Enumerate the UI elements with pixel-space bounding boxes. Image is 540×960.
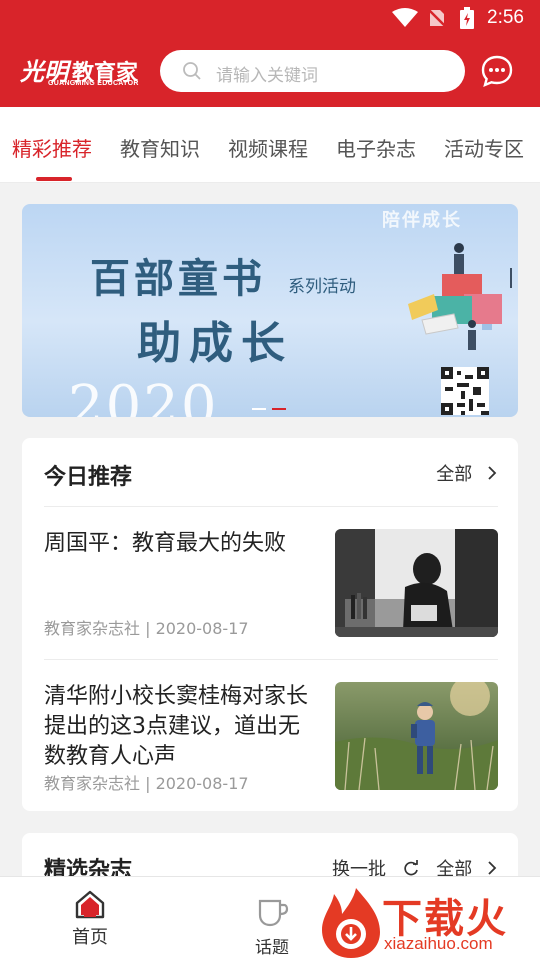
status-time: 2:56 — [487, 7, 524, 28]
banner-year: 2020 — [68, 374, 219, 417]
qr-code — [441, 367, 489, 415]
status-bar: 2:56 — [0, 0, 540, 36]
active-tab-indicator — [36, 177, 72, 181]
search-input[interactable]: 请输入关键词 — [160, 50, 465, 92]
home-icon — [75, 890, 105, 919]
chat-icon — [481, 55, 513, 88]
cup-icon — [258, 899, 289, 927]
article-item[interactable]: 清华附小校长窦桂梅对家长提出的这3点建议，道出无数教育人心声 教育家杂志社 | … — [44, 682, 498, 793]
message-button[interactable] — [479, 53, 515, 89]
flame-logo-icon — [322, 888, 380, 958]
promo-banner[interactable]: 陪伴成长 百部童书 系列活动 助成长 2020 — [22, 204, 518, 417]
nav-topics[interactable]: 话题 — [248, 897, 296, 958]
today-recommend-card: 今日推荐 全部 周国平：教育最大的失败 教育家杂志社 | 2020-08-17 … — [22, 438, 518, 811]
nav-home[interactable]: 首页 — [66, 889, 114, 949]
banner-pagination — [252, 395, 292, 414]
banner-subheadline: 助成长 — [137, 318, 293, 369]
search-icon — [182, 61, 202, 85]
pagination-dot[interactable] — [252, 408, 266, 410]
wifi-icon — [392, 8, 418, 32]
chevron-right-icon — [488, 466, 497, 480]
app-logo: 光明 教育家 GUANGMING EDUCATOR — [20, 52, 140, 92]
article-meta: 教育家杂志社 | 2020-08-17 — [44, 619, 249, 638]
banner-headline: 百部童书 — [90, 255, 266, 302]
view-all-link[interactable]: 全部 — [436, 460, 498, 486]
nav-home-label: 首页 — [72, 927, 108, 948]
watermark-url: xiazaihuo.com — [384, 934, 493, 953]
banner-series-label: 系列活动 — [288, 277, 356, 297]
search-placeholder: 请输入关键词 — [216, 66, 318, 86]
tab-events[interactable]: 活动专区 — [444, 133, 524, 162]
article-meta: 教育家杂志社 | 2020-08-17 — [44, 774, 249, 793]
pagination-dot-active[interactable] — [272, 408, 286, 410]
category-tabs: 精彩推荐 教育知识 视频课程 电子杂志 活动专区 — [0, 107, 540, 183]
article-thumbnail — [335, 682, 498, 790]
tab-video-courses[interactable]: 视频课程 — [228, 133, 308, 162]
tab-featured[interactable]: 精彩推荐 — [12, 133, 92, 162]
app-header: 2:56 光明 教育家 GUANGMING EDUCATOR 请输入关键词 — [0, 0, 540, 107]
article-item[interactable]: 周国平：教育最大的失败 教育家杂志社 | 2020-08-17 — [44, 529, 498, 638]
view-all-label: 全部 — [436, 464, 473, 485]
chevron-right-icon — [488, 861, 497, 875]
article-title: 清华附小校长窦桂梅对家长提出的这3点建议，道出无数教育人心声 — [44, 684, 309, 769]
article-title: 周国平：教育最大的失败 — [44, 531, 287, 556]
nav-topics-label: 话题 — [255, 938, 289, 958]
tab-e-magazine[interactable]: 电子杂志 — [336, 133, 416, 162]
no-sim-icon — [426, 8, 448, 32]
divider — [44, 506, 498, 507]
banner-companion-text: 陪伴成长 — [382, 210, 462, 231]
battery-icon — [459, 7, 475, 33]
books-illustration — [408, 243, 512, 350]
logo-subtitle: GUANGMING EDUCATOR — [48, 80, 139, 87]
watermark: 下载火 xiazaihuo.com — [318, 886, 540, 960]
tab-education-knowledge[interactable]: 教育知识 — [120, 133, 200, 162]
section-title: 今日推荐 — [44, 465, 133, 490]
divider — [44, 659, 498, 660]
refresh-icon — [404, 860, 418, 876]
article-thumbnail — [335, 529, 498, 637]
